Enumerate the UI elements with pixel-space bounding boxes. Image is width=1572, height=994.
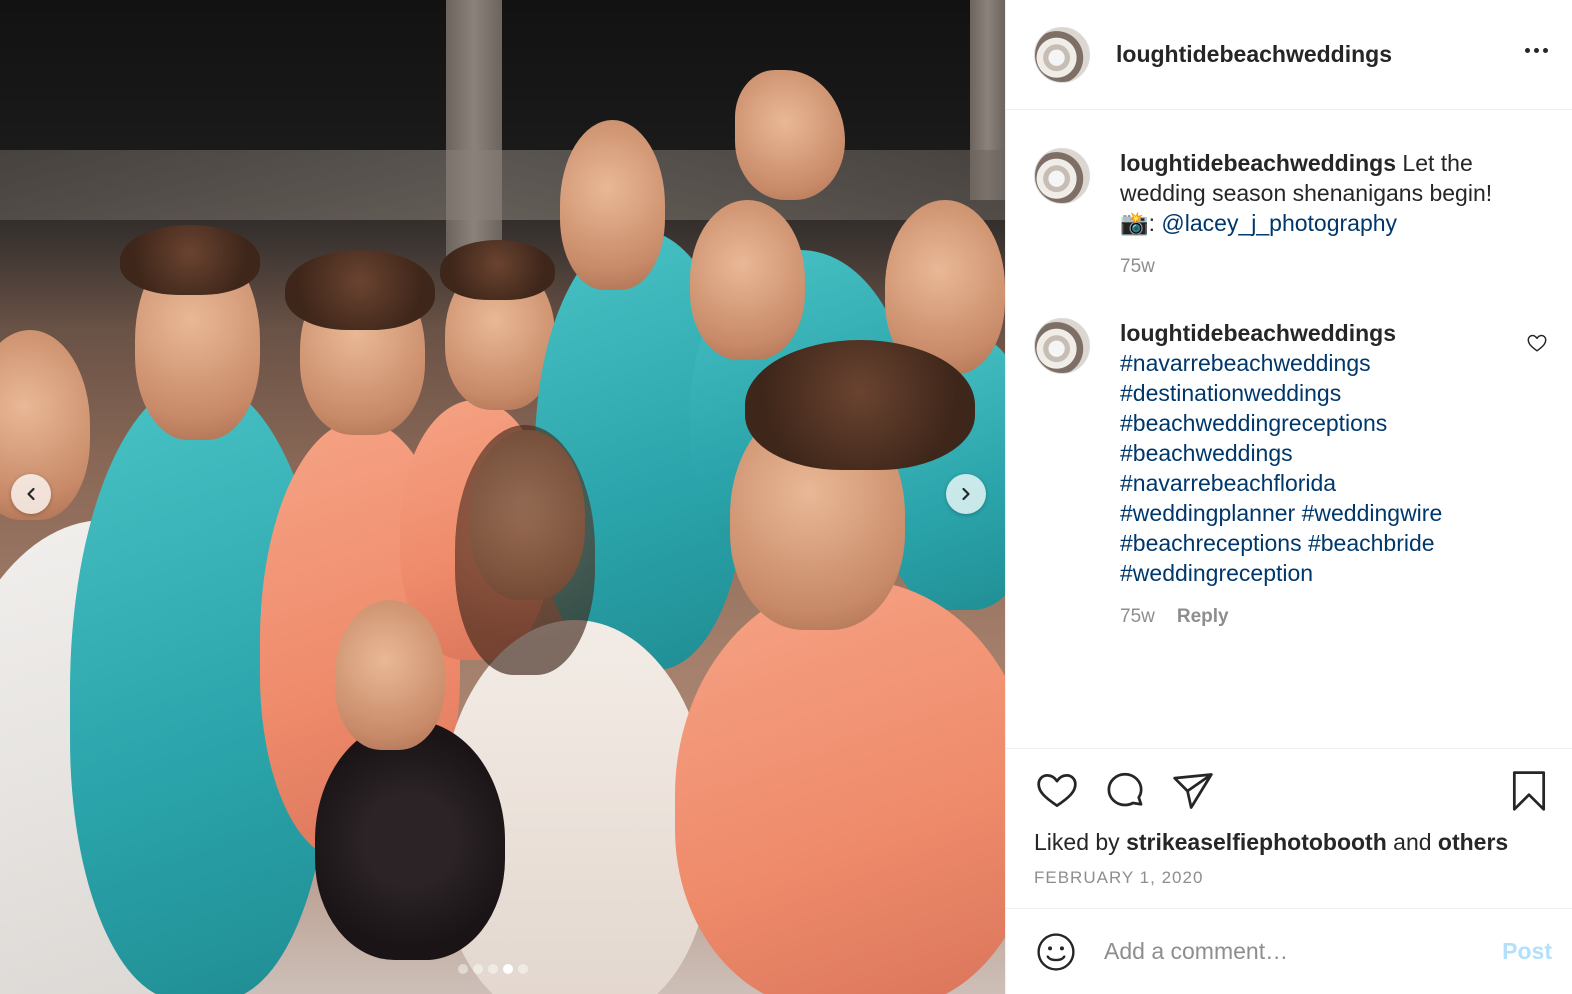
caption-meta: 75w bbox=[1120, 252, 1520, 282]
post-sidebar: loughtidebeachweddings loughtidebeachwed… bbox=[1005, 0, 1572, 994]
hashtag-link[interactable]: #weddingreception bbox=[1120, 560, 1313, 586]
photo-groomsman-face bbox=[690, 200, 805, 360]
avatar[interactable] bbox=[1034, 318, 1090, 374]
hashtag-link[interactable]: #beachreceptions bbox=[1120, 530, 1302, 556]
post-photo[interactable] bbox=[0, 0, 1005, 994]
action-bar bbox=[1034, 767, 1552, 815]
photo-bridesmaid-front-hair bbox=[745, 340, 975, 470]
comment-hashtags: #navarrebeachweddings #destinationweddin… bbox=[1120, 348, 1520, 588]
carousel-dot bbox=[488, 964, 498, 974]
hashtag-link[interactable]: #destinationweddings bbox=[1120, 380, 1341, 406]
photo-bridesmaid-hair bbox=[285, 250, 435, 330]
instagram-post: loughtidebeachweddings loughtidebeachwed… bbox=[0, 0, 1572, 994]
comment-bubble-icon bbox=[1107, 772, 1143, 807]
more-dot bbox=[1524, 47, 1530, 53]
avatar[interactable] bbox=[1034, 26, 1090, 83]
carousel-dot bbox=[503, 964, 513, 974]
likes-summary: Liked by strikeaselfiephotobooth and oth… bbox=[1034, 829, 1552, 856]
hashtag-link[interactable]: #navarrebeachflorida bbox=[1120, 470, 1336, 496]
hashtag-link[interactable]: #beachweddingreceptions bbox=[1120, 410, 1387, 436]
comments-section: loughtidebeachweddings Let the wedding s… bbox=[1006, 110, 1572, 748]
heart-icon bbox=[1037, 774, 1077, 808]
hashtag-link[interactable]: #weddingwire bbox=[1302, 500, 1443, 526]
more-options-button[interactable] bbox=[1520, 38, 1552, 62]
post-comment-button[interactable]: Post bbox=[1502, 938, 1552, 965]
photo-groomsman-hair bbox=[120, 225, 260, 295]
photo-bride-hair bbox=[455, 425, 595, 675]
caption-text-block: loughtidebeachweddings Let the wedding s… bbox=[1120, 148, 1520, 238]
likes-others-link[interactable]: others bbox=[1438, 829, 1508, 855]
comment-meta: 75w Reply bbox=[1120, 602, 1520, 632]
comment-age[interactable]: 75w bbox=[1120, 602, 1155, 632]
photo-child-dress bbox=[315, 720, 505, 960]
photo-child-face bbox=[335, 600, 445, 750]
carousel-previous-button[interactable] bbox=[11, 474, 51, 514]
caption: loughtidebeachweddings Let the wedding s… bbox=[1034, 148, 1552, 282]
share-button[interactable] bbox=[1170, 768, 1216, 814]
more-dot bbox=[1533, 47, 1539, 53]
avatar[interactable] bbox=[1034, 148, 1090, 204]
chevron-left-icon bbox=[27, 487, 35, 501]
carousel-indicator bbox=[458, 964, 528, 974]
hashtag-link[interactable]: #weddingplanner bbox=[1120, 500, 1295, 526]
carousel-dot bbox=[473, 964, 483, 974]
save-button[interactable] bbox=[1506, 768, 1552, 814]
carousel-dot bbox=[458, 964, 468, 974]
caption-age[interactable]: 75w bbox=[1120, 252, 1155, 282]
comment-input[interactable] bbox=[1104, 938, 1503, 965]
add-comment-bar: Post bbox=[1006, 908, 1572, 994]
post-header: loughtidebeachweddings bbox=[1006, 0, 1572, 110]
more-dot bbox=[1542, 47, 1548, 53]
heart-icon[interactable] bbox=[1526, 332, 1548, 354]
carousel-next-button[interactable] bbox=[946, 474, 986, 514]
hashtag-link[interactable]: #beachweddings bbox=[1120, 440, 1293, 466]
reply-button[interactable]: Reply bbox=[1177, 602, 1229, 632]
post-actions: Liked by strikeaselfiephotobooth and oth… bbox=[1006, 748, 1572, 908]
hashtag-link[interactable]: #beachbride bbox=[1308, 530, 1435, 556]
header-username[interactable]: loughtidebeachweddings bbox=[1116, 41, 1392, 68]
comment-button[interactable] bbox=[1102, 768, 1148, 814]
like-button[interactable] bbox=[1034, 768, 1080, 814]
photo-background-beam bbox=[0, 150, 1005, 220]
caption-username[interactable]: loughtidebeachweddings bbox=[1120, 150, 1396, 176]
caption-body: loughtidebeachweddings Let the wedding s… bbox=[1120, 148, 1520, 282]
carousel-dot bbox=[518, 964, 528, 974]
photo-bridesmaid-front bbox=[675, 580, 1005, 994]
comment-username[interactable]: loughtidebeachweddings bbox=[1120, 318, 1520, 348]
hashtag-link[interactable]: #navarrebeachweddings bbox=[1120, 350, 1371, 376]
likes-middle: and bbox=[1386, 829, 1438, 855]
caption-mention-link[interactable]: @lacey_j_photography bbox=[1161, 210, 1397, 236]
likes-prefix: Liked by bbox=[1034, 829, 1127, 855]
photo-bridesmaid-hair bbox=[440, 240, 555, 300]
photo-background-pillar bbox=[446, 0, 502, 260]
comment-body: loughtidebeachweddings #navarrebeachwedd… bbox=[1120, 318, 1520, 632]
comment-item: loughtidebeachweddings #navarrebeachwedd… bbox=[1034, 318, 1552, 632]
chevron-right-icon bbox=[962, 487, 970, 501]
bookmark-icon bbox=[1512, 771, 1546, 811]
photo-groomsman-face bbox=[560, 120, 665, 290]
paper-plane-icon bbox=[1173, 773, 1213, 809]
likes-user-link[interactable]: strikeaselfiephotobooth bbox=[1126, 829, 1387, 855]
photo-raised-hand bbox=[735, 70, 845, 200]
post-date[interactable]: FEBRUARY 1, 2020 bbox=[1034, 868, 1552, 888]
emoji-icon[interactable] bbox=[1034, 930, 1078, 974]
